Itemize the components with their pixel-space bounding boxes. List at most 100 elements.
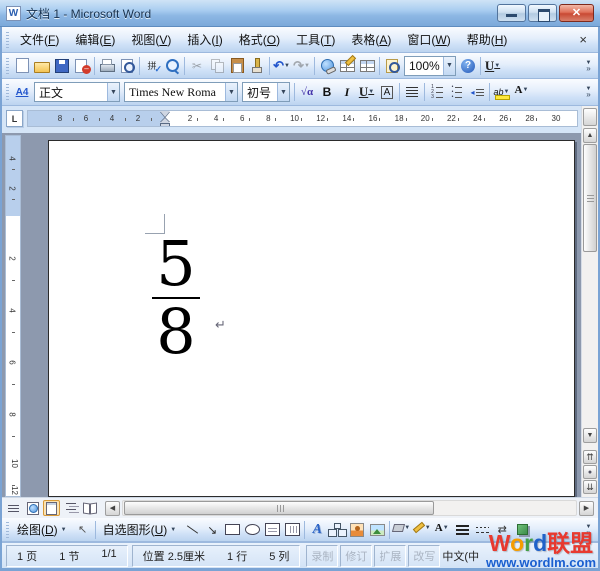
line-icon[interactable] [182, 521, 202, 539]
scroll-down-arrow[interactable]: ▼ [583, 428, 597, 443]
character-border-icon[interactable]: A [377, 83, 397, 102]
chevron-down-icon[interactable]: ▼ [425, 525, 431, 531]
drawing-font-color-icon[interactable]: A▼ [432, 521, 452, 539]
line-color-icon[interactable]: ▼ [412, 521, 432, 539]
ruler-toggle-button[interactable] [583, 108, 597, 126]
zoom-select[interactable]: 100%▼ [404, 56, 456, 76]
chevron-down-icon[interactable]: ▼ [107, 83, 119, 101]
oval-icon[interactable] [242, 521, 262, 539]
research-icon[interactable] [162, 56, 182, 75]
status-indicator-0[interactable]: 录制 [306, 545, 338, 567]
reading-layout-view-button[interactable] [81, 500, 98, 516]
status-indicator-1[interactable]: 修订 [340, 545, 372, 567]
autoshapes-menu-button[interactable]: 自选图形(U)▼ [98, 519, 183, 540]
textbox-icon[interactable] [262, 521, 282, 539]
indent-icon[interactable] [467, 83, 487, 102]
close-button[interactable]: ✕ [559, 4, 594, 22]
save-icon[interactable] [52, 56, 72, 75]
underline-format-button[interactable]: U▼ [357, 83, 377, 102]
select-browse-object-button[interactable]: ● [583, 465, 597, 479]
normal-view-button[interactable] [5, 500, 22, 516]
center-align-icon[interactable] [402, 83, 422, 102]
indent-markers[interactable] [159, 111, 171, 127]
hanging-indent-marker[interactable] [160, 118, 170, 123]
first-line-indent-marker[interactable] [160, 111, 170, 117]
permission-icon[interactable] [72, 56, 92, 75]
new-document-icon[interactable] [12, 56, 32, 75]
status-indicator-2[interactable]: 扩展 [374, 545, 406, 567]
open-icon[interactable] [32, 56, 52, 75]
menu-item-1[interactable]: 编辑(E) [67, 28, 123, 51]
arrow-icon[interactable]: ↘ [202, 521, 222, 539]
chevron-down-icon[interactable]: ▼ [368, 89, 374, 95]
status-indicator-3[interactable]: 改写 [408, 545, 440, 567]
bold-button[interactable]: B [317, 83, 337, 102]
spelling-icon[interactable]: 拼 [142, 56, 162, 75]
hyperlink-icon[interactable] [317, 56, 337, 75]
picture-icon[interactable] [367, 521, 387, 539]
vertical-scroll-thumb[interactable] [583, 144, 597, 252]
chevron-down-icon[interactable]: ▼ [494, 63, 500, 69]
bullets-icon[interactable] [447, 83, 467, 102]
left-indent-marker[interactable] [160, 123, 170, 127]
vertical-scrollbar[interactable]: ▲ ▼ ⇈ ● ⇊ [581, 106, 598, 497]
outline-view-button[interactable] [62, 500, 79, 516]
maximize-button[interactable] [528, 4, 557, 22]
document-map-icon[interactable] [382, 56, 402, 75]
menu-item-5[interactable]: 工具(T) [288, 28, 343, 51]
chevron-down-icon[interactable]: ▼ [523, 87, 529, 93]
document-close-icon[interactable]: × [571, 32, 595, 47]
line-style-icon[interactable] [452, 521, 472, 539]
styles-icon[interactable]: A4 [12, 83, 32, 102]
menu-item-0[interactable]: 文件(F) [12, 28, 67, 51]
clipart-icon[interactable] [347, 521, 367, 539]
undo-icon[interactable]: ↶▼ [272, 56, 292, 75]
toolbar-drag-handle[interactable] [6, 58, 9, 74]
print-layout-view-button[interactable] [43, 500, 60, 516]
menu-item-7[interactable]: 窗口(W) [399, 28, 458, 51]
chevron-down-icon[interactable]: ▼ [404, 525, 410, 531]
menu-item-3[interactable]: 插入(I) [179, 28, 230, 51]
menu-item-6[interactable]: 表格(A) [343, 28, 399, 51]
diagram-icon[interactable] [327, 521, 347, 539]
format-painter-icon[interactable] [247, 56, 267, 75]
minimize-button[interactable] [497, 4, 526, 22]
chevron-down-icon[interactable]: ▼ [504, 89, 510, 95]
style-select[interactable]: 正文▼ [34, 82, 120, 102]
horizontal-scroll-track[interactable] [122, 500, 577, 516]
menu-item-8[interactable]: 帮助(H) [459, 28, 516, 51]
drawing-menu-button[interactable]: 绘图(D)▼ [12, 519, 73, 540]
tables-borders-icon[interactable] [337, 56, 357, 75]
underline-button[interactable]: U▼ [483, 56, 503, 75]
select-objects-icon[interactable]: ↖ [73, 521, 93, 539]
shadow-3d-icon[interactable] [512, 521, 532, 539]
print-preview-icon[interactable] [117, 56, 137, 75]
font-color-icon[interactable]: A▼ [512, 83, 532, 102]
highlight-icon[interactable]: ab▼ [492, 83, 512, 102]
vertical-textbox-icon[interactable] [282, 521, 302, 539]
tab-stop-selector[interactable]: L [6, 110, 23, 127]
toolbar-options-button[interactable]: ▼» [582, 56, 595, 76]
menu-item-4[interactable]: 格式(O) [231, 28, 288, 51]
title-bar[interactable]: W 文档 1 - Microsoft Word ✕ [0, 0, 600, 27]
arrow-style-icon[interactable]: ⇄ [492, 521, 512, 539]
help-icon[interactable] [458, 56, 478, 75]
toolbar-options-button[interactable]: ▼» [582, 520, 595, 540]
equation-icon[interactable]: √α [297, 83, 317, 102]
fill-color-icon[interactable]: ▼ [392, 521, 412, 539]
wordart-icon[interactable]: A [307, 521, 327, 539]
horizontal-scroll-thumb[interactable] [124, 501, 434, 515]
scroll-up-arrow[interactable]: ▲ [583, 128, 597, 143]
size-select[interactable]: 初号▼ [242, 82, 290, 102]
toolbar-options-button[interactable]: ▼» [582, 82, 595, 102]
paste-icon[interactable] [227, 56, 247, 75]
web-layout-view-button[interactable] [24, 500, 41, 516]
document-page[interactable]: 5 8 ↵ [48, 140, 575, 497]
chevron-down-icon[interactable]: ▼ [277, 83, 289, 101]
toolbar-drag-handle[interactable] [6, 84, 9, 100]
toolbar-drag-handle[interactable] [6, 32, 9, 48]
chevron-down-icon[interactable]: ▼ [304, 63, 310, 69]
print-icon[interactable] [97, 56, 117, 75]
rectangle-icon[interactable] [222, 521, 242, 539]
scroll-left-arrow[interactable]: ◀ [105, 501, 120, 516]
